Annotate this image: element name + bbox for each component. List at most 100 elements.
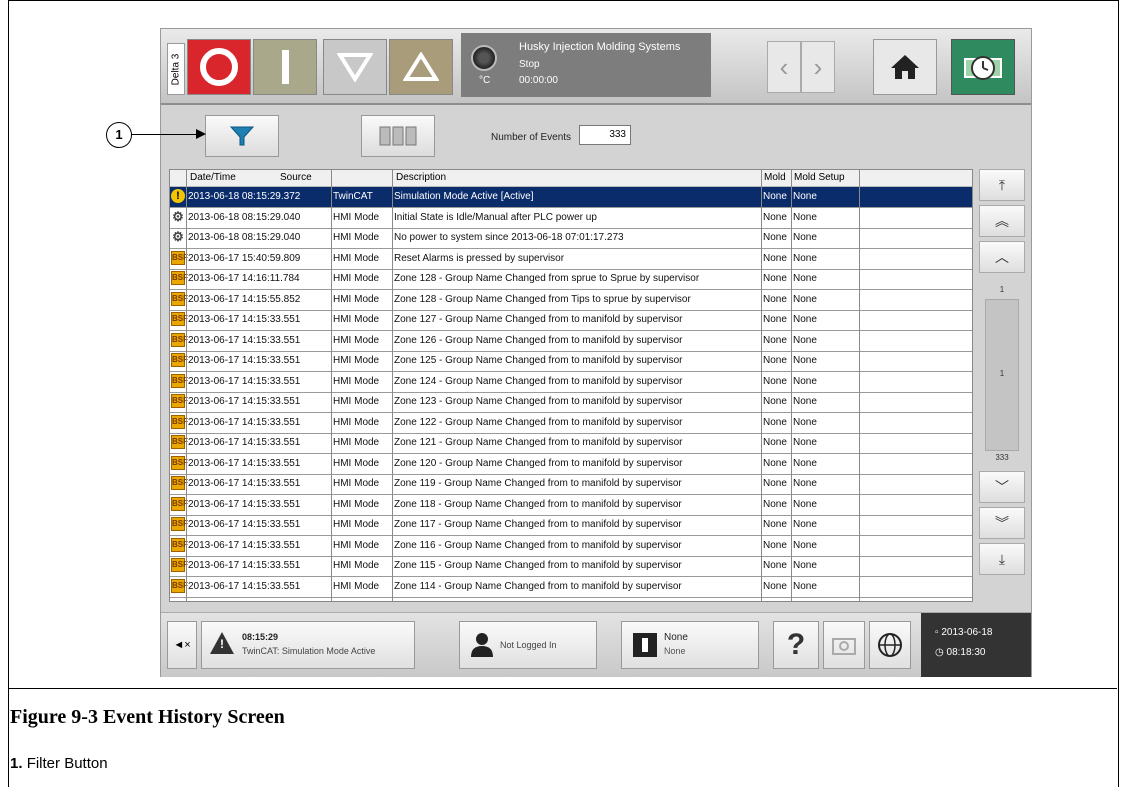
columns-icon <box>379 126 417 146</box>
col-source[interactable]: Source <box>280 172 312 183</box>
table-row[interactable]: BSF 2013-06-17 14:15:33.551 HMI Mode Zone 1… <box>170 392 972 413</box>
cell-desc: Zone 124 - Group Name Changed from to ma… <box>394 375 683 387</box>
machine-status-panel: °C Husky Injection Molding Systems Stop … <box>461 33 711 97</box>
events-count-label: Number of Events <box>491 132 572 143</box>
line-up-button[interactable]: ︿ <box>979 241 1025 273</box>
cell-src: HMI Mode <box>333 580 380 592</box>
page-down-button[interactable]: ︾ <box>979 507 1025 539</box>
table-row[interactable]: BSF 2013-06-17 14:15:33.551 HMI Mode Zone 1… <box>170 372 972 393</box>
cell-src: TwinCAT <box>333 191 373 202</box>
col-mold-setup[interactable]: Mold Setup <box>794 172 845 183</box>
cell-mold: None <box>763 375 787 387</box>
cell-setup: None <box>793 437 817 448</box>
chevron-up-icon: ︿ <box>995 249 1009 265</box>
cell-datetime: 2013-06-17 14:15:33.551 <box>188 416 301 428</box>
cell-datetime: 2013-06-17 14:15:33.551 <box>188 375 301 387</box>
setting-change-icon: BSF <box>171 476 188 490</box>
hmi-screen: Delta 3 °C Husky Injection Molding Syste… <box>160 28 1032 677</box>
temperature-knob-icon <box>471 45 497 71</box>
scroll-top-button[interactable]: ⤒ <box>979 169 1025 201</box>
table-row[interactable]: BSF 2013-06-17 14:15:33.551 HMI Mode Zone 1… <box>170 515 972 536</box>
table-row[interactable]: BSF 2013-06-17 14:15:33.551 HMI Mode Zone 1… <box>170 577 972 598</box>
mute-button[interactable]: ◄× <box>167 621 197 669</box>
double-chevron-down-icon: ︾ <box>995 515 1009 531</box>
table-row[interactable]: BSF 2013-06-17 14:15:33.551 HMI Mode Zone 1… <box>170 351 972 372</box>
figure-caption: Figure 9-3 Event History Screen <box>10 706 285 728</box>
callout-1: 1 <box>106 122 132 148</box>
cell-datetime: 2013-06-17 14:15:33.551 <box>188 355 301 366</box>
help-button[interactable]: ? <box>773 621 819 669</box>
login-status: Not Logged In <box>500 640 557 650</box>
screenshot-button[interactable] <box>823 621 865 669</box>
footer-bar: ◄× ! 08:15:29 TwinCAT: Simulation Mode A… <box>161 612 1031 677</box>
cell-mold: None <box>763 539 787 551</box>
setting-change-icon: BSF <box>171 291 188 306</box>
back-icon: ‹ <box>779 51 789 82</box>
filter-button[interactable] <box>205 115 279 157</box>
setting-change-icon: BSF <box>171 312 188 326</box>
cell-mold: None <box>763 580 787 592</box>
home-button[interactable] <box>873 39 937 95</box>
cell-datetime: 2013-06-17 15:40:59.809 <box>188 252 301 264</box>
cell-src: HMI Mode <box>333 355 380 366</box>
col-divider <box>392 170 393 601</box>
alarm-button[interactable]: ! 08:15:29 TwinCAT: Simulation Mode Acti… <box>201 621 415 669</box>
scroll-bottom-button[interactable]: ⤓ <box>979 543 1025 575</box>
table-row[interactable]: BSF 2013-06-17 14:15:33.551 HMI Mode Zone 1… <box>170 536 972 557</box>
language-button[interactable] <box>869 621 911 669</box>
table-row[interactable]: BSF 2013-06-17 14:15:33.551 HMI Mode Zone 1… <box>170 413 972 434</box>
mold-subtitle: None <box>664 646 686 656</box>
status-title: Husky Injection Molding Systems <box>519 41 681 53</box>
cell-src: HMI Mode <box>333 273 380 284</box>
alarm-text: TwinCAT: Simulation Mode Active <box>242 646 376 656</box>
col-datetime[interactable]: Date/Time <box>190 172 236 183</box>
cell-datetime: 2013-06-17 14:15:33.551 <box>188 519 301 530</box>
cell-setup: None <box>793 252 817 264</box>
cell-datetime: 2013-06-17 14:15:33.551 <box>188 437 301 448</box>
clock-icon <box>964 56 1002 80</box>
table-row[interactable]: BSF 2013-06-17 14:15:55.852 HMI Mode Zone 1… <box>170 290 972 311</box>
mold-button[interactable]: None None <box>621 621 759 669</box>
cell-src: HMI Mode <box>333 437 380 448</box>
table-row[interactable]: BSF 2013-06-17 14:15:33.551 HMI Mode Zone 1… <box>170 495 972 516</box>
line-down-button[interactable]: ﹀ <box>979 471 1025 503</box>
table-row[interactable]: BSF 2013-06-17 14:15:33.551 HMI Mode Zone 1… <box>170 331 972 352</box>
table-row[interactable]: ! 2013-06-18 08:15:29.372 TwinCAT Simulatio… <box>170 187 972 208</box>
event-history-button[interactable] <box>951 39 1015 95</box>
cell-src: HMI Mode <box>333 416 380 428</box>
stop-button[interactable] <box>187 39 251 95</box>
columns-button[interactable] <box>361 115 435 157</box>
cell-mold: None <box>763 334 787 346</box>
table-row[interactable]: BSF 2013-06-17 15:40:59.809 HMI Mode Reset … <box>170 249 972 270</box>
caption-rule <box>8 688 1117 689</box>
page-up-button[interactable]: ︽ <box>979 205 1025 237</box>
table-row[interactable]: BSF 2013-06-17 14:15:33.551 HMI Mode Zone 1… <box>170 454 972 475</box>
col-divider <box>331 170 332 601</box>
cell-desc: Zone 117 - Group Name Changed from to ma… <box>394 519 682 530</box>
table-row[interactable]: BSF 2013-06-17 14:15:33.551 HMI Mode Zone 1… <box>170 474 972 495</box>
camera-icon <box>832 638 856 655</box>
cell-desc: Zone 128 - Group Name Changed from sprue… <box>394 273 700 284</box>
table-row[interactable]: ⚙ 2013-06-18 08:15:29.040 HMI Mode No power… <box>170 228 972 249</box>
start-button[interactable] <box>253 39 317 95</box>
col-description[interactable]: Description <box>396 172 446 183</box>
cell-setup: None <box>793 457 817 469</box>
cell-datetime: 2013-06-17 14:15:33.551 <box>188 539 301 551</box>
table-row[interactable]: ⚙ 2013-06-18 08:15:29.040 HMI Mode Initial … <box>170 208 972 229</box>
status-time: 00:00:00 <box>519 75 558 86</box>
table-row[interactable]: BSF 2013-06-17 14:15:33.551 HMI Mode Zone 1… <box>170 556 972 577</box>
cell-src: HMI Mode <box>333 232 380 243</box>
cell-desc: Zone 125 - Group Name Changed from to ma… <box>394 355 683 366</box>
table-row[interactable]: BSF 2013-06-17 14:15:33.551 HMI Mode Zone 1… <box>170 433 972 454</box>
col-mold[interactable]: Mold <box>764 172 786 183</box>
table-row[interactable]: BSF 2013-06-17 14:15:33.551 HMI Mode Zone 1… <box>170 310 972 331</box>
back-button[interactable]: ‹ <box>767 41 801 93</box>
login-button[interactable]: Not Logged In <box>459 621 597 669</box>
cell-src: HMI Mode <box>333 375 380 387</box>
mode-down-button[interactable] <box>323 39 387 95</box>
cell-desc: Initial State is Idle/Manual after PLC p… <box>394 211 597 223</box>
mode-up-button[interactable] <box>389 39 453 95</box>
table-row[interactable]: BSF 2013-06-17 14:16:11.784 HMI Mode Zone 1… <box>170 269 972 290</box>
events-count-value: 333 <box>579 125 631 145</box>
forward-button[interactable]: › <box>801 41 835 93</box>
